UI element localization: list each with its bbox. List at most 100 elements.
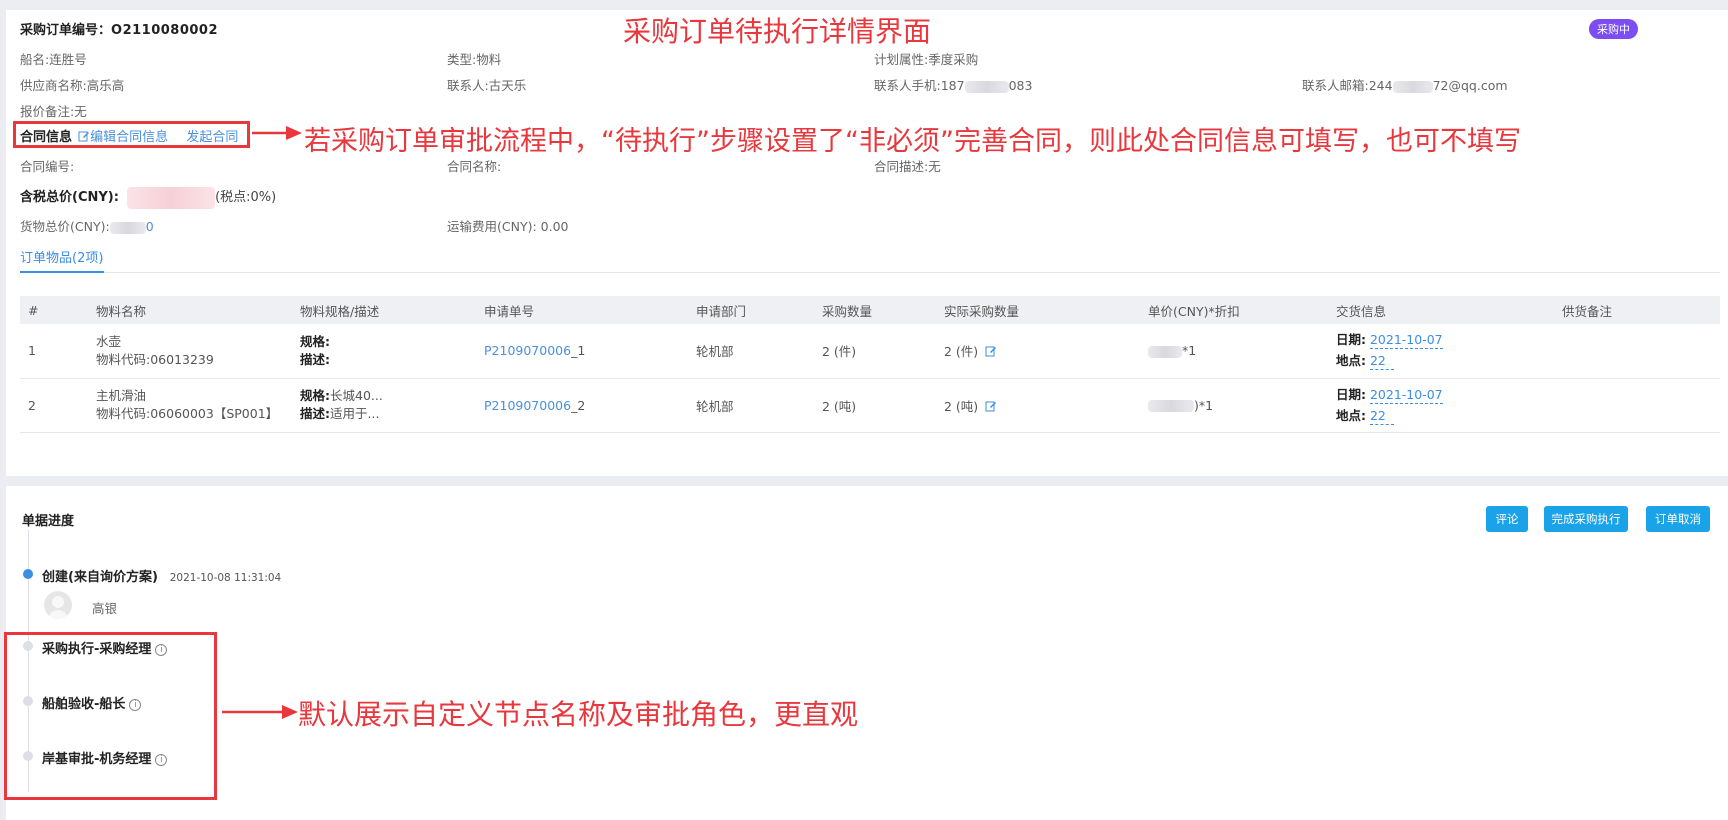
date-label: 日期: bbox=[1336, 386, 1366, 402]
material-name: 主机滑油 bbox=[96, 388, 147, 403]
redacted-goods-total bbox=[109, 221, 146, 234]
supply-note bbox=[1554, 378, 1720, 433]
header-actual-quantity: 实际采购数量 bbox=[936, 296, 1140, 324]
contact-name: 联系人:古天乐 bbox=[447, 78, 527, 93]
price-discount: )*1 bbox=[1194, 397, 1214, 413]
redacted-price bbox=[1148, 400, 1194, 412]
header-delivery: 交货信息 bbox=[1328, 296, 1554, 324]
edit-icon bbox=[78, 131, 90, 142]
page-title-annotation: 采购订单待执行详情界面 bbox=[623, 15, 932, 48]
ship-name: 船名:连胜号 bbox=[20, 52, 87, 67]
material-cell: 主机滑油 物料代码:06060003【SP001】 bbox=[88, 378, 292, 433]
initiate-contract-link[interactable]: 发起合同 bbox=[186, 130, 238, 145]
delivery-place[interactable]: 22 bbox=[1369, 353, 1394, 371]
department: 轮机部 bbox=[688, 324, 814, 379]
quantity: 2 (件) bbox=[814, 324, 936, 379]
request-no-suffix: _2 bbox=[571, 397, 586, 413]
order-number-label: 采购订单编号： bbox=[20, 23, 112, 38]
header-index: # bbox=[20, 296, 88, 324]
material-cell: 水壶 物料代码:06013239 bbox=[88, 324, 292, 379]
delivery-date[interactable]: 2021-10-07 bbox=[1369, 332, 1443, 350]
actual-quantity-cell: 2 (件) bbox=[936, 324, 1140, 379]
row-index: 2 bbox=[20, 378, 88, 433]
tab-order-items[interactable]: 订单物品(2项) bbox=[20, 247, 103, 266]
header-unit-price: 单价(CNY)*折扣 bbox=[1140, 296, 1328, 324]
arrow-right-icon bbox=[222, 705, 298, 719]
tab-active-indicator bbox=[20, 271, 104, 273]
step-time: 2021-10-08 11:31:04 bbox=[169, 572, 282, 584]
table-row: 1 水壶 物料代码:06013239 规格: 描述: P2109070006_1… bbox=[20, 324, 1720, 379]
material-name: 水壶 bbox=[96, 333, 122, 349]
step-dot-active bbox=[23, 569, 33, 579]
place-label: 地点: bbox=[1336, 407, 1366, 423]
order-number: O2110080002 bbox=[111, 23, 219, 38]
actual-quantity: 2 (件) bbox=[944, 344, 979, 360]
request-no-cell: P2109070006_2 bbox=[476, 378, 688, 433]
request-no-link[interactable]: P2109070006 bbox=[484, 343, 571, 358]
avatar bbox=[44, 591, 72, 619]
delivery-date[interactable]: 2021-10-07 bbox=[1369, 386, 1443, 404]
edit-icon[interactable] bbox=[985, 400, 997, 412]
order-items-table: # 物料名称 物料规格/描述 申请单号 申请部门 采购数量 实际采购数量 单价(… bbox=[20, 296, 1720, 433]
supply-note bbox=[1554, 324, 1720, 379]
department: 轮机部 bbox=[688, 378, 814, 433]
redacted-price bbox=[1148, 345, 1182, 358]
quantity: 2 (吨) bbox=[814, 378, 936, 433]
spec-label: 规格: bbox=[300, 333, 330, 349]
redacted-tax-total bbox=[127, 186, 216, 209]
redacted-email bbox=[1392, 80, 1433, 93]
desc-label: 描述: bbox=[300, 406, 330, 421]
contract-number: 合同编号: bbox=[20, 159, 75, 174]
edit-icon[interactable] bbox=[985, 345, 997, 357]
contract-name: 合同名称: bbox=[447, 159, 502, 174]
goods-total: 货物总价(CNY): 0 bbox=[20, 216, 154, 235]
request-no-cell: P2109070006_1 bbox=[476, 324, 688, 379]
unit-price-cell: *1 bbox=[1140, 324, 1328, 379]
contract-title: 合同信息 bbox=[20, 130, 73, 145]
progress-panel: 单据进度 评论 完成采购执行 订单取消 创建(来自询价方案) 2021-10-0… bbox=[4, 486, 1728, 820]
spec-label: 规格: bbox=[300, 388, 330, 403]
contact-phone-prefix: 联系人手机:187 bbox=[874, 78, 965, 93]
header-request-no: 申请单号 bbox=[476, 296, 688, 324]
contract-description: 合同描述:无 bbox=[874, 159, 941, 174]
header-department: 申请部门 bbox=[688, 296, 814, 324]
status-badge: 采购中 bbox=[1589, 19, 1638, 39]
quote-note: 报价备注:无 bbox=[20, 104, 87, 119]
delivery-cell: 日期: 2021-10-07 地点: 22 bbox=[1328, 324, 1554, 379]
edit-contract-label: 编辑合同信息 bbox=[90, 130, 169, 145]
progress-title: 单据进度 bbox=[22, 514, 75, 529]
header-supply-note: 供货备注 bbox=[1554, 296, 1720, 324]
order-detail-panel: 采购订单编号：O2110080002 采购订单待执行详情界面 采购中 船名:连胜… bbox=[6, 10, 1728, 476]
delivery-cell: 日期: 2021-10-07 地点: 22 bbox=[1328, 378, 1554, 433]
contact-email: 联系人邮箱:244 72@qq.com bbox=[1302, 75, 1508, 94]
request-no-link[interactable]: P2109070006 bbox=[484, 398, 571, 413]
contact-email-prefix: 联系人邮箱:244 bbox=[1302, 78, 1393, 93]
actual-quantity-cell: 2 (吨) bbox=[936, 378, 1140, 433]
spec-cell: 规格:长城40... 描述:适用于... bbox=[292, 378, 476, 433]
order-number-row: 采购订单编号：O2110080002 bbox=[20, 19, 218, 38]
spec-cell: 规格: 描述: bbox=[292, 324, 476, 379]
comment-button[interactable]: 评论 bbox=[1486, 506, 1528, 532]
contact-email-suffix: 72@qq.com bbox=[1432, 78, 1508, 93]
edit-contract-link[interactable]: 编辑合同信息 bbox=[78, 130, 172, 145]
material-code: 物料代码:06060003【SP001】 bbox=[96, 406, 279, 421]
supplier-name: 供应商名称:高乐高 bbox=[20, 78, 125, 93]
header-quantity: 采购数量 bbox=[814, 296, 936, 324]
tax-rate: (税点:0%) bbox=[215, 190, 277, 205]
contact-phone: 联系人手机:187 083 bbox=[874, 75, 1032, 94]
table-header-row: # 物料名称 物料规格/描述 申请单号 申请部门 采购数量 实际采购数量 单价(… bbox=[20, 296, 1720, 324]
goods-total-label: 货物总价(CNY): bbox=[20, 219, 110, 234]
price-discount: *1 bbox=[1182, 343, 1197, 359]
table-row: 2 主机滑油 物料代码:06060003【SP001】 规格:长城40... 描… bbox=[20, 378, 1720, 433]
arrow-right-icon bbox=[252, 126, 302, 140]
tab-divider bbox=[20, 272, 1720, 273]
contract-annotation: 若采购订单审批流程中，“待执行”步骤设置了“非必须”完善合同，则此处合同信息可填… bbox=[304, 126, 1521, 157]
delivery-place[interactable]: 22 bbox=[1369, 407, 1394, 425]
tax-total-row: 含税总价(CNY): (税点:0%) bbox=[20, 186, 276, 209]
request-no-suffix: _1 bbox=[571, 343, 586, 359]
order-type: 类型:物料 bbox=[447, 52, 502, 67]
cancel-order-button[interactable]: 订单取消 bbox=[1646, 506, 1710, 532]
row-index: 1 bbox=[20, 324, 88, 379]
contract-header: 合同信息 编辑合同信息 发起合同 bbox=[20, 126, 238, 145]
complete-purchase-button[interactable]: 完成采购执行 bbox=[1544, 506, 1628, 532]
